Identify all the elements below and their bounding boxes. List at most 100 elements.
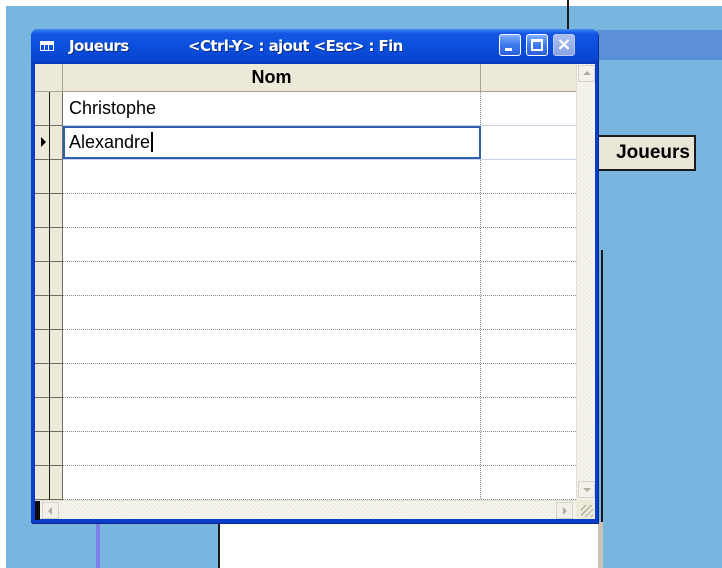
column-header-nom[interactable]: Nom bbox=[63, 64, 481, 91]
record-selector-line bbox=[49, 330, 50, 364]
minimize-icon bbox=[505, 48, 512, 51]
window-title: Joueurs bbox=[69, 37, 129, 55]
record-selector[interactable] bbox=[35, 194, 63, 228]
horizontal-scrollbar[interactable] bbox=[35, 500, 576, 520]
record-selector-line bbox=[49, 92, 50, 126]
record-selector[interactable] bbox=[35, 296, 63, 330]
record-selector-line bbox=[49, 364, 50, 398]
scroll-right-button[interactable] bbox=[556, 502, 573, 519]
cell-nom-value: Alexandre bbox=[69, 132, 151, 152]
cell-extra[interactable] bbox=[481, 432, 576, 465]
cell-extra[interactable] bbox=[481, 364, 576, 397]
record-selector[interactable] bbox=[35, 160, 63, 194]
background-title-strip bbox=[597, 30, 722, 60]
background-divider-right bbox=[601, 250, 603, 568]
record-selector-line bbox=[49, 466, 50, 500]
table-row bbox=[63, 262, 576, 296]
shortcut-hint: <Ctrl-Y> : ajout <Esc> : Fin bbox=[188, 37, 403, 55]
cell-nom-value: Christophe bbox=[69, 98, 157, 118]
close-icon: × bbox=[556, 34, 572, 55]
table-row bbox=[63, 398, 576, 432]
table-row: Alexandre bbox=[63, 126, 576, 160]
cell-extra[interactable] bbox=[481, 92, 576, 125]
record-selector[interactable] bbox=[35, 228, 63, 262]
record-selector-line bbox=[49, 126, 50, 160]
datasheet: Nom Christophe Alexandre bbox=[35, 64, 595, 520]
table-row: Christophe bbox=[63, 92, 576, 126]
table-row bbox=[63, 364, 576, 398]
joueurs-button[interactable]: Joueurs bbox=[590, 135, 696, 171]
record-selector[interactable] bbox=[35, 92, 63, 126]
window-title-bar[interactable]: Joueurs <Ctrl-Y> : ajout <Esc> : Fin × bbox=[31, 29, 598, 64]
background-divider bbox=[567, 0, 569, 30]
cell-extra[interactable] bbox=[481, 330, 576, 363]
record-selector[interactable] bbox=[35, 398, 63, 432]
background-panel bbox=[218, 522, 598, 568]
background-panel-edge bbox=[598, 522, 603, 568]
cell-nom[interactable] bbox=[63, 398, 481, 431]
record-selector-line bbox=[49, 432, 50, 466]
cell-extra[interactable] bbox=[481, 398, 576, 431]
cell-extra[interactable] bbox=[481, 262, 576, 295]
scroll-down-button[interactable] bbox=[578, 481, 595, 498]
joueurs-window: Joueurs <Ctrl-Y> : ajout <Esc> : Fin × N… bbox=[31, 29, 598, 523]
table-row bbox=[63, 432, 576, 466]
column-header-extra[interactable] bbox=[481, 64, 576, 91]
table-row bbox=[63, 296, 576, 330]
record-selector[interactable] bbox=[35, 466, 63, 500]
record-selector-line bbox=[49, 160, 50, 194]
cell-nom[interactable] bbox=[63, 228, 481, 261]
vertical-scrollbar[interactable] bbox=[576, 64, 595, 500]
cell-extra[interactable] bbox=[481, 126, 576, 159]
record-selector[interactable] bbox=[35, 126, 63, 160]
record-selector-line bbox=[49, 228, 50, 262]
scroll-left-button[interactable] bbox=[42, 502, 59, 519]
table-row bbox=[63, 160, 576, 194]
table-row bbox=[63, 466, 576, 500]
close-button[interactable]: × bbox=[553, 34, 575, 56]
record-navigation-strip bbox=[35, 501, 40, 520]
cell-extra[interactable] bbox=[481, 228, 576, 261]
maximize-icon bbox=[531, 39, 543, 51]
datasheet-grid: Christophe Alexandre bbox=[63, 92, 576, 500]
table-row bbox=[63, 194, 576, 228]
cell-nom[interactable] bbox=[63, 194, 481, 227]
arrow-right-icon bbox=[563, 507, 567, 515]
resize-grip-icon bbox=[581, 505, 593, 517]
scroll-up-button[interactable] bbox=[578, 65, 595, 82]
maximize-button[interactable] bbox=[526, 34, 548, 56]
record-selector[interactable] bbox=[35, 330, 63, 364]
cell-nom[interactable] bbox=[63, 262, 481, 295]
cell-nom[interactable] bbox=[63, 432, 481, 465]
minimize-button[interactable] bbox=[499, 34, 521, 56]
table-row bbox=[63, 330, 576, 364]
text-caret bbox=[151, 132, 154, 152]
current-record-arrow-icon bbox=[41, 137, 46, 147]
record-selector-line bbox=[49, 398, 50, 432]
cell-extra[interactable] bbox=[481, 160, 576, 193]
background-accent-bar bbox=[96, 522, 100, 568]
background-left-edge bbox=[0, 0, 6, 568]
resize-grip[interactable] bbox=[576, 500, 595, 519]
record-selector[interactable] bbox=[35, 364, 63, 398]
cell-extra[interactable] bbox=[481, 466, 576, 499]
arrow-left-icon bbox=[48, 507, 52, 515]
cell-nom[interactable] bbox=[63, 330, 481, 363]
cell-extra[interactable] bbox=[481, 296, 576, 329]
select-all-corner[interactable] bbox=[35, 64, 63, 91]
table-row bbox=[63, 228, 576, 262]
cell-nom[interactable] bbox=[63, 364, 481, 397]
cell-extra[interactable] bbox=[481, 194, 576, 227]
record-selector-column bbox=[35, 92, 63, 500]
cell-nom[interactable] bbox=[63, 296, 481, 329]
cell-nom[interactable]: Christophe bbox=[63, 92, 481, 125]
record-selector[interactable] bbox=[35, 262, 63, 296]
datasheet-icon[interactable] bbox=[40, 41, 54, 51]
cell-nom[interactable] bbox=[63, 160, 481, 193]
record-selector[interactable] bbox=[35, 432, 63, 466]
arrow-down-icon bbox=[583, 488, 591, 492]
record-selector-line bbox=[49, 262, 50, 296]
cell-nom[interactable] bbox=[63, 466, 481, 499]
record-selector-line bbox=[49, 194, 50, 228]
cell-nom[interactable]: Alexandre bbox=[63, 126, 481, 159]
